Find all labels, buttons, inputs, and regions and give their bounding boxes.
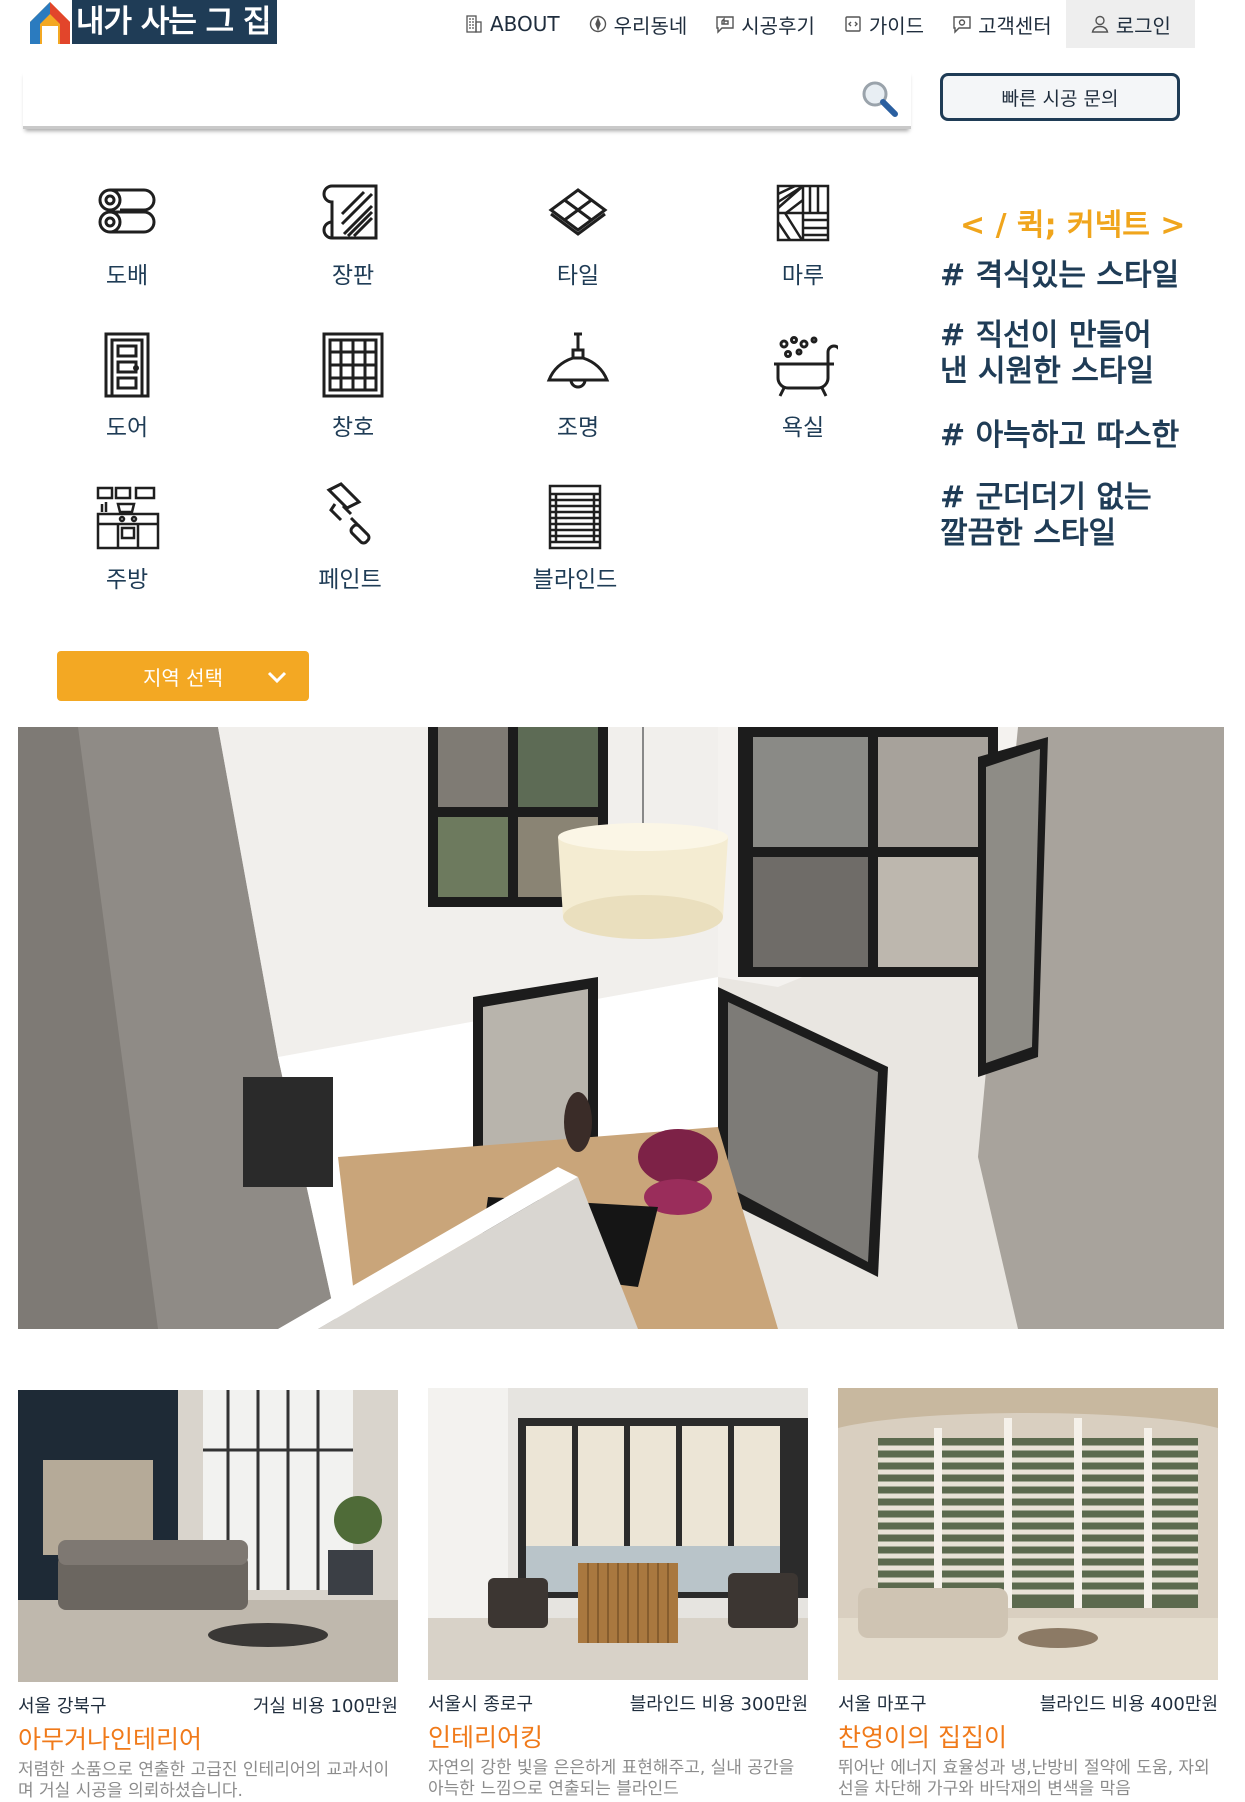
code-doc-icon <box>845 16 861 32</box>
site-logo[interactable]: 내가 사는 그 집 <box>28 0 277 44</box>
wallpaper-roll-icon <box>98 188 156 234</box>
card-company[interactable]: 찬영이의 집집이 <box>838 1718 1218 1754</box>
quick-connect-title: < / 퀵; 커넥트 > <box>960 208 1186 243</box>
category-label: 페인트 <box>318 567 382 593</box>
category-label: 마루 <box>781 263 825 289</box>
chevron-down-icon <box>267 671 287 684</box>
nav-reviews[interactable]: 시공후기 <box>701 0 829 48</box>
region-select-label: 지역 선택 <box>143 665 223 690</box>
card-image-living-room <box>18 1390 398 1682</box>
category-door[interactable]: 도어 <box>57 330 197 442</box>
card-cost: 블라인드 비용 300만원 <box>629 1694 808 1715</box>
nav-label: 우리동네 <box>613 13 688 38</box>
portfolio-card[interactable]: 서울 강북구 거실 비용 100만원 아무거나인테리어 저렴한 소품으로 연출한… <box>18 1390 398 1802</box>
hashtag-formal[interactable]: # 격식있는 스타일 <box>940 258 1179 294</box>
nav-neighborhood[interactable]: 우리동네 <box>574 0 702 48</box>
card-location: 서울시 종로구 <box>428 1694 534 1715</box>
hero-image <box>18 727 1224 1329</box>
nav-label: 로그인 <box>1115 13 1171 38</box>
house-logo-icon <box>28 0 72 44</box>
nav-label: 가이드 <box>868 13 925 38</box>
nav-support[interactable]: 고객센터 <box>938 0 1066 48</box>
card-company[interactable]: 인테리어킹 <box>428 1718 808 1754</box>
card-description: 자연의 강한 빛을 은은하게 표현해주고, 실내 공간을 아늑한 느낌으로 연출… <box>428 1758 795 1799</box>
support-bubble-icon <box>953 16 971 34</box>
brand-name: 내가 사는 그 집 <box>72 0 277 44</box>
hashtag-cozy[interactable]: # 아늑하고 따스한 <box>940 418 1179 454</box>
pendant-lamp-icon <box>546 332 610 389</box>
nav-label: ABOUT <box>490 12 560 36</box>
nav-about[interactable]: ABOUT <box>450 0 574 48</box>
category-woodfloor[interactable]: 마루 <box>733 178 873 290</box>
window-icon <box>322 332 384 398</box>
search-input[interactable] <box>23 70 871 122</box>
hashtag-clean[interactable]: # 군더더기 없는 <box>940 480 1152 516</box>
search-bar <box>23 70 911 129</box>
card-image-combi-blinds <box>838 1388 1218 1680</box>
card-image-roller-blinds <box>428 1388 808 1680</box>
flooring-roll-icon <box>322 184 378 240</box>
category-label: 주방 <box>105 567 149 593</box>
nav-label: 시공후기 <box>741 13 815 38</box>
card-cost: 거실 비용 100만원 <box>252 1696 398 1717</box>
category-label: 장판 <box>331 263 375 289</box>
hashtag-straight-line-cont[interactable]: 낸 시원한 스타일 <box>940 354 1154 390</box>
category-label: 조명 <box>556 415 600 441</box>
category-tile[interactable]: 타일 <box>508 178 648 290</box>
top-nav: ABOUT 우리동네 시공후기 가이드 고객센터 로그인 <box>450 0 1195 48</box>
portfolio-card[interactable]: 서울 마포구 블라인드 비용 400만원 찬영이의 집집이 뛰어난 에너지 효율… <box>838 1388 1218 1800</box>
building-icon <box>466 15 482 33</box>
nav-guide[interactable]: 가이드 <box>829 0 938 48</box>
category-label: 창호 <box>331 415 375 441</box>
category-bathroom[interactable]: 욕실 <box>733 330 873 442</box>
category-wallpaper[interactable]: 도배 <box>57 178 197 290</box>
card-location: 서울 마포구 <box>838 1694 927 1715</box>
tile-icon <box>548 188 608 236</box>
card-company[interactable]: 아무거나인테리어 <box>18 1720 398 1756</box>
paint-roller-icon <box>326 482 371 545</box>
card-description: 저렴한 소품으로 연출한 고급진 인테리어의 교과서이며 거실 시공을 의뢰하셨… <box>18 1760 390 1801</box>
category-lighting[interactable]: 조명 <box>508 330 648 442</box>
hashtag-clean-cont[interactable]: 깔끔한 스타일 <box>940 516 1116 552</box>
region-select[interactable]: 지역 선택 <box>57 651 309 701</box>
nav-login[interactable]: 로그인 <box>1065 0 1195 48</box>
door-icon <box>104 332 150 398</box>
portfolio-card[interactable]: 서울시 종로구 블라인드 비용 300만원 인테리어킹 자연의 강한 빛을 은은… <box>428 1388 808 1800</box>
card-location: 서울 강북구 <box>18 1696 107 1717</box>
user-icon <box>1091 15 1109 33</box>
category-label: 도배 <box>105 263 149 289</box>
category-label: 블라인드 <box>532 567 618 593</box>
category-paint[interactable]: 페인트 <box>280 482 420 594</box>
category-label: 욕실 <box>781 415 825 441</box>
category-blind[interactable]: 블라인드 <box>505 482 645 594</box>
category-flooring[interactable]: 장판 <box>283 178 423 290</box>
review-bubble-icon <box>716 16 734 34</box>
nav-label: 고객센터 <box>978 13 1052 38</box>
category-label: 타일 <box>556 263 600 289</box>
card-description: 뛰어난 에너지 효율성과 냉,난방비 절약에 도움, 자외선을 차단해 가구와 … <box>838 1758 1210 1799</box>
wood-floor-icon <box>776 184 830 242</box>
quick-inquiry-button[interactable]: 빠른 시공 문의 <box>940 73 1180 121</box>
blind-icon <box>548 484 602 550</box>
category-label: 도어 <box>105 415 149 441</box>
bathtub-icon <box>774 336 838 397</box>
kitchen-icon <box>96 486 160 550</box>
hashtag-straight-line[interactable]: # 직선이 만들어 <box>940 318 1152 354</box>
category-window[interactable]: 창호 <box>283 330 423 442</box>
card-cost: 블라인드 비용 400만원 <box>1039 1694 1218 1715</box>
category-kitchen[interactable]: 주방 <box>57 482 197 594</box>
search-icon[interactable] <box>859 78 901 120</box>
compass-icon <box>589 15 606 33</box>
